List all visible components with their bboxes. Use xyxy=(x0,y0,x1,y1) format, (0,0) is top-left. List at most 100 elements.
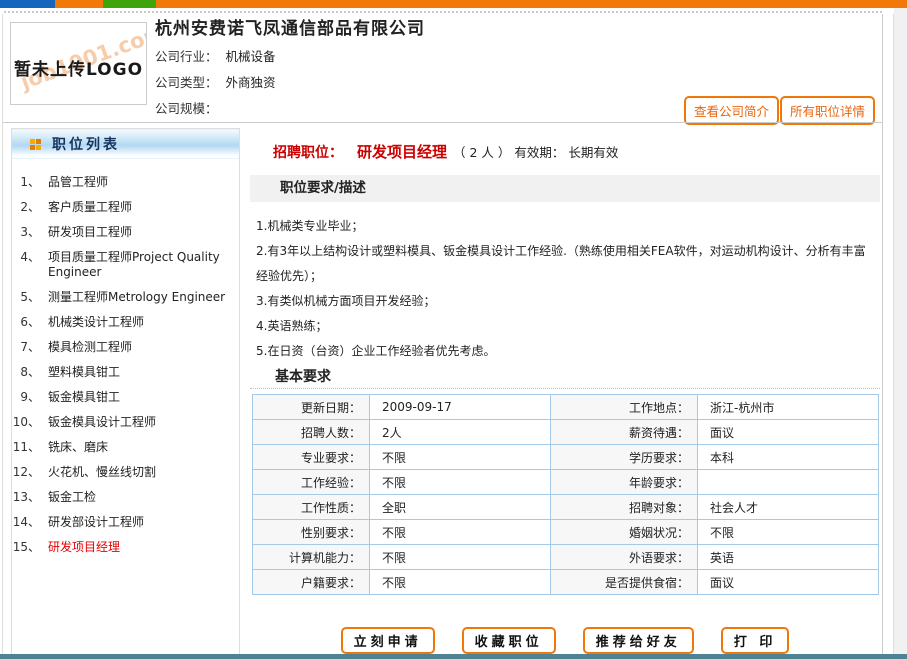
content-right-border xyxy=(882,14,883,654)
sidebar-item-13[interactable]: 13、钣金工检 xyxy=(12,485,239,510)
item-number: 3、 xyxy=(12,225,48,240)
description-line: 1.机械类专业毕业； xyxy=(256,214,874,239)
sidebar-item-14[interactable]: 14、研发部设计工程师 xyxy=(12,510,239,535)
field-label: 薪资待遇： xyxy=(551,420,698,445)
requirements-section-header: 职位要求/描述 xyxy=(250,175,880,202)
item-label: 品管工程师 xyxy=(48,175,235,190)
scrollbar-track[interactable] xyxy=(894,8,907,659)
field-label: 招聘对象： xyxy=(551,495,698,520)
field-value: 全职 xyxy=(370,495,551,520)
posting-headcount: （ 2 人 ） xyxy=(453,142,510,161)
item-number: 10、 xyxy=(12,415,48,430)
company-industry-label: 公司行业： xyxy=(155,49,218,64)
sidebar-item-9[interactable]: 9、钣金模具钳工 xyxy=(12,385,239,410)
table-row: 性别要求： 不限 婚姻状况： 不限 xyxy=(253,520,879,545)
field-label: 招聘人数： xyxy=(253,420,370,445)
field-label: 工作性质： xyxy=(253,495,370,520)
sidebar-item-5[interactable]: 5、测量工程师Metrology Engineer xyxy=(12,285,239,310)
apply-now-button[interactable]: 立刻申请 xyxy=(341,627,435,654)
posting-header: 招聘职位： 研发项目经理 （ 2 人 ） 有效期： 长期有效 xyxy=(273,141,622,162)
job-list-sidebar: 职位列表 1、品管工程师 2、客户质量工程师 3、研发项目工程师 4、项目质量工… xyxy=(11,128,240,659)
item-number: 9、 xyxy=(12,390,48,405)
field-label: 是否提供食宿： xyxy=(551,570,698,595)
item-label: 研发项目工程师 xyxy=(48,225,235,240)
field-value: 不限 xyxy=(370,470,551,495)
print-button[interactable]: 打 印 xyxy=(721,627,790,654)
field-label: 性别要求： xyxy=(253,520,370,545)
company-logo-placeholder: job1001.com 暂未上传LOGO xyxy=(10,22,147,105)
description-line: 2.有3年以上结构设计或塑料模具、钣金模具设计工作经验.（熟练使用相关FEA软件… xyxy=(256,239,874,289)
item-label: 钣金模具钳工 xyxy=(48,390,235,405)
item-label: 火花机、慢丝线切割 xyxy=(48,465,235,480)
company-scale-row: 公司规模： xyxy=(155,98,226,117)
field-value: 2009-09-17 xyxy=(370,395,551,420)
field-label: 更新日期： xyxy=(253,395,370,420)
sidebar-item-1[interactable]: 1、品管工程师 xyxy=(12,170,239,195)
favorite-job-button[interactable]: 收藏职位 xyxy=(462,627,556,654)
topbar-segment-orange-long xyxy=(156,0,907,8)
field-value: 本科 xyxy=(698,445,879,470)
sidebar-item-7[interactable]: 7、模具检测工程师 xyxy=(12,335,239,360)
item-number: 12、 xyxy=(12,465,48,480)
item-label: 钣金工检 xyxy=(48,490,235,505)
field-label: 婚姻状况： xyxy=(551,520,698,545)
table-row: 更新日期： 2009-09-17 工作地点： 浙江-杭州市 xyxy=(253,395,879,420)
posting-validity-label: 有效期： xyxy=(514,142,564,161)
item-number: 11、 xyxy=(12,440,48,455)
sidebar-item-10[interactable]: 10、钣金模具设计工程师 xyxy=(12,410,239,435)
item-number: 1、 xyxy=(12,175,48,190)
item-label: 测量工程师Metrology Engineer xyxy=(48,290,235,305)
header-divider xyxy=(3,122,882,123)
item-label: 研发部设计工程师 xyxy=(48,515,235,530)
field-value: 不限 xyxy=(370,570,551,595)
field-value: 社会人才 xyxy=(698,495,879,520)
job-detail-main: 招聘职位： 研发项目经理 （ 2 人 ） 有效期： 长期有效 职位要求/描述 1… xyxy=(250,128,880,659)
sidebar-item-11[interactable]: 11、铣床、磨床 xyxy=(12,435,239,460)
job-list: 1、品管工程师 2、客户质量工程师 3、研发项目工程师 4、项目质量工程师Pro… xyxy=(12,159,239,560)
item-label: 项目质量工程师Project Quality Engineer xyxy=(48,250,235,280)
item-number: 14、 xyxy=(12,515,48,530)
logo-placeholder-text: 暂未上传LOGO xyxy=(11,55,146,80)
sidebar-item-6[interactable]: 6、机械类设计工程师 xyxy=(12,310,239,335)
item-number: 2、 xyxy=(12,200,48,215)
description-line: 5.在日资（台资）企业工作经验者优先考虑。 xyxy=(256,339,874,364)
field-label: 专业要求： xyxy=(253,445,370,470)
recommend-to-friend-button[interactable]: 推荐给好友 xyxy=(583,627,694,654)
sidebar-item-4[interactable]: 4、项目质量工程师Project Quality Engineer xyxy=(12,245,239,285)
topbar-segment-blue xyxy=(0,0,55,8)
field-label: 工作经验： xyxy=(253,470,370,495)
posting-title: 研发项目经理 xyxy=(357,141,447,162)
top-color-bar xyxy=(0,0,907,8)
sidebar-item-3[interactable]: 3、研发项目工程师 xyxy=(12,220,239,245)
sidebar-item-15-active[interactable]: 15、研发项目经理 xyxy=(12,535,239,560)
field-value: 面议 xyxy=(698,420,879,445)
job-list-title: 职位列表 xyxy=(52,134,120,154)
view-company-intro-button[interactable]: 查看公司简介 xyxy=(684,96,779,125)
company-name: 杭州安费诺飞凤通信部品有限公司 xyxy=(155,14,425,39)
item-label: 塑料模具钳工 xyxy=(48,365,235,380)
item-number: 13、 xyxy=(12,490,48,505)
item-label: 铣床、磨床 xyxy=(48,440,235,455)
description-line: 3.有类似机械方面项目开发经验； xyxy=(256,289,874,314)
basic-requirements-table: 更新日期： 2009-09-17 工作地点： 浙江-杭州市 招聘人数： 2人 薪… xyxy=(252,394,879,595)
item-number: 4、 xyxy=(12,250,48,280)
item-number: 8、 xyxy=(12,365,48,380)
table-row: 专业要求： 不限 学历要求： 本科 xyxy=(253,445,879,470)
field-label: 外语要求： xyxy=(551,545,698,570)
field-value: 不限 xyxy=(698,520,879,545)
field-label: 户籍要求： xyxy=(253,570,370,595)
company-scale-label: 公司规模： xyxy=(155,101,218,116)
sidebar-item-12[interactable]: 12、火花机、慢丝线切割 xyxy=(12,460,239,485)
field-label: 学历要求： xyxy=(551,445,698,470)
item-number: 7、 xyxy=(12,340,48,355)
all-positions-button[interactable]: 所有职位详情 xyxy=(780,96,875,125)
field-label: 工作地点： xyxy=(551,395,698,420)
sidebar-item-8[interactable]: 8、塑料模具钳工 xyxy=(12,360,239,385)
item-label: 钣金模具设计工程师 xyxy=(48,415,235,430)
table-row: 户籍要求： 不限 是否提供食宿： 面议 xyxy=(253,570,879,595)
job-description: 1.机械类专业毕业； 2.有3年以上结构设计或塑料模具、钣金模具设计工作经验.（… xyxy=(256,214,874,364)
description-line: 4.英语熟练； xyxy=(256,314,874,339)
sidebar-item-2[interactable]: 2、客户质量工程师 xyxy=(12,195,239,220)
table-row: 计算机能力： 不限 外语要求： 英语 xyxy=(253,545,879,570)
item-label: 机械类设计工程师 xyxy=(48,315,235,330)
